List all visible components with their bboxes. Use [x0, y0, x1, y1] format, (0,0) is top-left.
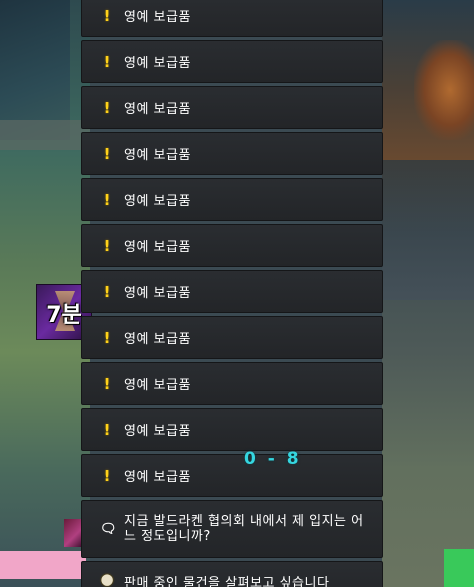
quest-option-label: 영예 보급품	[124, 424, 191, 439]
exclamation-icon: !	[103, 466, 111, 485]
quest-option[interactable]: ! 영예 보급품	[81, 224, 383, 267]
quest-option-label: 영예 보급품	[124, 148, 191, 163]
quest-option-label: 영예 보급품	[124, 102, 191, 117]
quest-option[interactable]: ! 영예 보급품	[81, 178, 383, 221]
background-ledge	[0, 120, 90, 150]
gossip-option-label: 판매 중인 물건을 살펴보고 싶습니다	[124, 576, 330, 587]
quest-option[interactable]: ! 영예 보급품	[81, 316, 383, 359]
merchant-icon: ●	[100, 570, 114, 587]
quest-option-label: 영예 보급품	[124, 470, 191, 485]
quest-option[interactable]: ! 영예 보급품	[81, 132, 383, 175]
quest-option-label: 영예 보급품	[124, 56, 191, 71]
quest-option[interactable]: ! 영예 보급품	[81, 454, 383, 497]
game-scene: 7분 ! 영예 보급품 ! 영예 보급품 ! 영예 보급품 ! 영예 보급품 !…	[0, 0, 474, 587]
quest-option[interactable]: ! 영예 보급품	[81, 362, 383, 405]
quest-option[interactable]: ! 영예 보급품	[81, 270, 383, 313]
quest-option-label: 영예 보급품	[124, 10, 191, 25]
quest-option[interactable]: ! 영예 보급품	[81, 408, 383, 451]
exclamation-icon: !	[103, 144, 111, 163]
exclamation-icon: !	[103, 190, 111, 209]
exclamation-icon: !	[103, 328, 111, 347]
exclamation-icon: !	[103, 52, 111, 71]
gossip-option-standing[interactable]: 🗨 지금 발드라켄 협의회 내에서 제 입지는 어느 정도입니까?	[81, 500, 383, 558]
quest-option-label: 영예 보급품	[124, 194, 191, 209]
exclamation-icon: !	[103, 236, 111, 255]
background-creature	[414, 40, 474, 140]
green-status-bar	[444, 549, 474, 587]
quest-option-label: 영예 보급품	[124, 332, 191, 347]
background-wall	[382, 160, 474, 300]
buff-icon	[64, 519, 82, 547]
background-pillar	[0, 0, 70, 140]
chat-bubble-icon: 🗨	[100, 521, 117, 537]
quest-option[interactable]: ! 영예 보급품	[81, 40, 383, 83]
pink-status-bar	[0, 551, 86, 579]
gossip-options-list: ! 영예 보급품 ! 영예 보급품 ! 영예 보급품 ! 영예 보급품 ! 영예…	[81, 0, 383, 587]
exclamation-icon: !	[103, 420, 111, 439]
quest-option[interactable]: ! 영예 보급품	[81, 86, 383, 129]
score-display: 0 - 8	[244, 449, 302, 469]
exclamation-icon: !	[103, 374, 111, 393]
gossip-option-vendor[interactable]: ● 판매 중인 물건을 살펴보고 싶습니다	[81, 561, 383, 587]
background-right	[382, 0, 474, 587]
exclamation-icon: !	[103, 98, 111, 117]
quest-option-label: 영예 보급품	[124, 240, 191, 255]
exclamation-icon: !	[103, 6, 111, 25]
quest-option[interactable]: ! 영예 보급품	[81, 0, 383, 37]
gossip-option-label: 지금 발드라켄 협의회 내에서 제 입지는 어느 정도입니까?	[124, 514, 364, 544]
exclamation-icon: !	[103, 282, 111, 301]
quest-option-label: 영예 보급품	[124, 286, 191, 301]
quest-option-label: 영예 보급품	[124, 378, 191, 393]
